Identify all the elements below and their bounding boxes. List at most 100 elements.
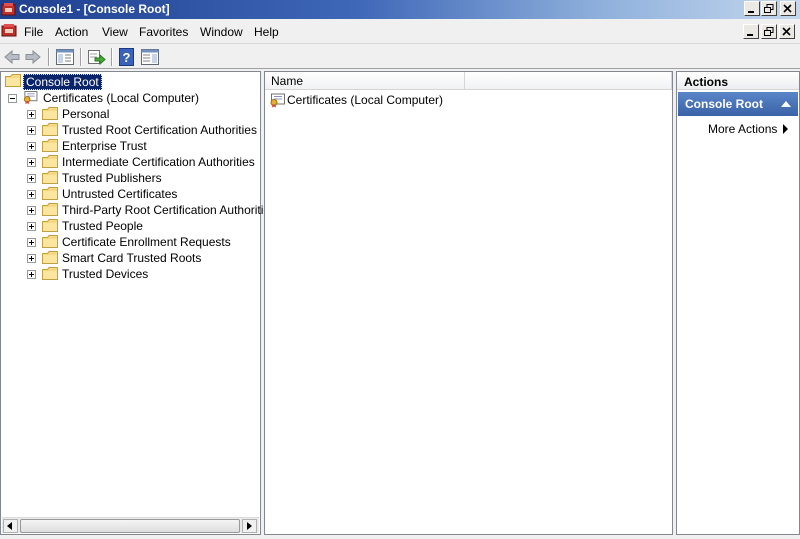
- tree-item-store[interactable]: Enterprise Trust: [1, 138, 259, 154]
- menu-bar: File Action View Favorites Window Help: [0, 19, 800, 43]
- column-header-empty[interactable]: [465, 72, 672, 90]
- tree-horizontal-scrollbar[interactable]: [2, 517, 259, 533]
- tree-label-store[interactable]: Untrusted Certificates: [62, 187, 177, 201]
- show-hide-console-tree-icon[interactable]: [55, 47, 75, 67]
- column-header-name[interactable]: Name: [265, 72, 465, 90]
- folder-icon: [42, 123, 58, 136]
- expand-toggle[interactable]: [27, 126, 36, 135]
- tree-item-store[interactable]: Certificate Enrollment Requests: [1, 234, 259, 250]
- tree-label-store[interactable]: Third-Party Root Certification Authoriti…: [62, 203, 276, 217]
- child-close-button[interactable]: [779, 24, 795, 39]
- expand-toggle[interactable]: [27, 190, 36, 199]
- tree-item-store[interactable]: Trusted Root Certification Authorities: [1, 122, 259, 138]
- console-tree-pane[interactable]: Console Root Certificates (Local Compute…: [0, 71, 276, 535]
- menu-window[interactable]: Window: [200, 25, 243, 39]
- tree-label-store[interactable]: Enterprise Trust: [62, 139, 147, 153]
- expand-toggle[interactable]: [27, 222, 36, 231]
- expand-toggle[interactable]: [27, 158, 36, 167]
- scroll-left-button[interactable]: [3, 519, 18, 533]
- folder-icon: [42, 171, 58, 184]
- expand-toggle[interactable]: [27, 110, 36, 119]
- chevron-right-icon[interactable]: [783, 124, 788, 134]
- mmc-app-icon[interactable]: [1, 2, 16, 16]
- close-button[interactable]: [780, 1, 796, 16]
- collapse-toggle[interactable]: [8, 94, 17, 103]
- expand-toggle[interactable]: [27, 174, 36, 183]
- folder-icon: [42, 203, 58, 216]
- tree-label-store[interactable]: Certificate Enrollment Requests: [62, 235, 231, 249]
- tree-label-store[interactable]: Trusted Root Certification Authorities: [62, 123, 257, 137]
- restore-icon: [764, 27, 774, 36]
- actions-header: Actions: [677, 72, 799, 90]
- tree-label-store[interactable]: Trusted Publishers: [62, 171, 162, 185]
- scroll-left-icon: [7, 522, 12, 530]
- collapse-up-icon[interactable]: [781, 101, 791, 107]
- minimize-button[interactable]: [744, 1, 760, 16]
- toolbar-separator: [48, 48, 50, 66]
- show-hide-action-pane-icon[interactable]: [140, 47, 160, 67]
- tree-label-store[interactable]: Personal: [62, 107, 109, 121]
- folder-icon: [42, 267, 58, 280]
- menu-file[interactable]: File: [24, 25, 43, 39]
- toolbar-separator: [80, 48, 82, 66]
- scroll-right-button[interactable]: [242, 519, 257, 533]
- folder-icon: [42, 155, 58, 168]
- results-list-pane[interactable]: Name Certificates (Local Computer): [264, 71, 673, 535]
- actions-pane: Actions Console Root More Actions: [676, 71, 800, 535]
- tree-label-console-root[interactable]: Console Root: [23, 74, 102, 90]
- close-icon: [782, 27, 791, 36]
- tree-item-store[interactable]: Personal: [1, 106, 259, 122]
- tree-item-store[interactable]: Untrusted Certificates: [1, 186, 259, 202]
- expand-toggle[interactable]: [27, 254, 36, 263]
- folder-icon: [42, 107, 58, 120]
- back-icon[interactable]: [2, 47, 22, 67]
- tree-item-store[interactable]: Trusted Devices: [1, 266, 259, 282]
- toolbar: ?: [0, 43, 800, 69]
- folder-icon: [42, 251, 58, 264]
- tree-label-store[interactable]: Intermediate Certification Authorities: [62, 155, 255, 169]
- forward-icon[interactable]: [23, 47, 43, 67]
- tree-item-console-root[interactable]: Console Root: [1, 73, 251, 90]
- more-actions-link[interactable]: More Actions: [708, 122, 777, 136]
- tree-item-store[interactable]: Intermediate Certification Authorities: [1, 154, 259, 170]
- restore-icon: [764, 4, 774, 13]
- tree-item-store[interactable]: Trusted People: [1, 218, 259, 234]
- tree-item-store[interactable]: Third-Party Root Certification Authoriti…: [1, 202, 276, 218]
- folder-icon: [42, 235, 58, 248]
- console-icon[interactable]: [1, 23, 17, 37]
- restore-button[interactable]: [761, 1, 777, 16]
- folder-icon: [42, 139, 58, 152]
- actions-section-console-root[interactable]: Console Root: [678, 92, 798, 116]
- scroll-thumb[interactable]: [20, 519, 240, 533]
- scroll-right-icon: [247, 522, 252, 530]
- folder-icon: [42, 219, 58, 232]
- expand-toggle[interactable]: [27, 206, 36, 215]
- tree-label-store[interactable]: Trusted People: [62, 219, 143, 233]
- certificate-snapin-icon: [23, 91, 38, 104]
- title-bar: Console1 - [Console Root]: [0, 0, 800, 19]
- folder-icon: [42, 187, 58, 200]
- tree-item-certificates[interactable]: Certificates (Local Computer): [1, 90, 251, 106]
- child-restore-button[interactable]: [761, 24, 777, 39]
- svg-text:?: ?: [123, 50, 131, 65]
- child-minimize-button[interactable]: [743, 24, 759, 39]
- tree-label-store[interactable]: Smart Card Trusted Roots: [62, 251, 201, 265]
- menu-help[interactable]: Help: [254, 25, 279, 39]
- menu-action[interactable]: Action: [55, 25, 88, 39]
- menu-favorites[interactable]: Favorites: [139, 25, 188, 39]
- list-item-label: Certificates (Local Computer): [287, 93, 444, 107]
- menu-view[interactable]: View: [102, 25, 128, 39]
- tree-item-store[interactable]: Smart Card Trusted Roots: [1, 250, 259, 266]
- export-list-icon[interactable]: [86, 47, 106, 67]
- tree-item-store[interactable]: Trusted Publishers: [1, 170, 259, 186]
- tree-label-certificates[interactable]: Certificates (Local Computer): [43, 91, 199, 105]
- minimize-icon: [748, 11, 754, 13]
- expand-toggle[interactable]: [27, 142, 36, 151]
- help-icon[interactable]: ?: [117, 47, 137, 67]
- expand-toggle[interactable]: [27, 238, 36, 247]
- tree-label-store[interactable]: Trusted Devices: [62, 267, 148, 281]
- certificate-snapin-icon: [270, 93, 285, 108]
- toolbar-separator: [111, 48, 113, 66]
- expand-toggle[interactable]: [27, 270, 36, 279]
- minimize-icon: [747, 34, 753, 36]
